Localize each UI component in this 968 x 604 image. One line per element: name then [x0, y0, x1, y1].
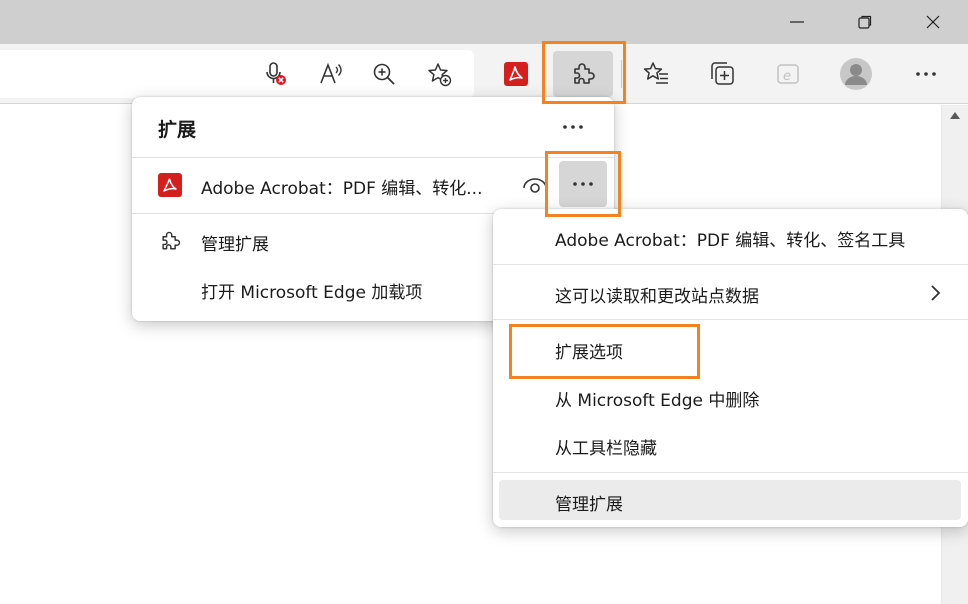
add-favorite-button[interactable] — [421, 56, 457, 92]
ie-mode-icon: e — [777, 64, 799, 84]
extensions-puzzle-icon — [162, 231, 181, 250]
acrobat-icon — [504, 62, 528, 86]
restore-icon — [858, 15, 872, 29]
acrobat-toolbar-button[interactable] — [498, 56, 534, 92]
menu-item-extension-options[interactable]: 扩展选项 — [493, 327, 968, 371]
address-bar[interactable] — [0, 50, 474, 98]
extensions-puzzle-icon — [574, 63, 595, 84]
ie-mode-button[interactable]: e — [770, 56, 806, 92]
collections-button[interactable] — [704, 56, 740, 92]
profile-button[interactable] — [838, 56, 874, 92]
menu-item-label: 这可以读取和更改站点数据 — [555, 287, 759, 307]
profile-icon — [840, 58, 872, 90]
read-aloud-button[interactable] — [313, 56, 349, 92]
open-addons-label: 打开 Microsoft Edge 加载项 — [201, 283, 423, 303]
chevron-right-icon — [931, 285, 941, 301]
menu-item-label: 管理扩展 — [555, 495, 623, 515]
menu-divider — [493, 264, 968, 265]
zoom-in-icon — [373, 63, 395, 85]
menu-item-manage-extensions[interactable]: 管理扩展 — [493, 479, 968, 523]
more-icon — [563, 125, 583, 129]
close-button[interactable] — [910, 0, 956, 44]
minimize-button[interactable] — [774, 0, 820, 44]
extension-context-menu: Adobe Acrobat：PDF 编辑、转化、签名工具 这可以读取和更改站点数… — [493, 209, 968, 527]
more-button[interactable] — [908, 56, 944, 92]
browser-toolbar: e — [0, 44, 968, 104]
close-icon — [926, 15, 940, 29]
scroll-up-arrow[interactable] — [950, 112, 960, 119]
menu-item-extension-header[interactable]: Adobe Acrobat：PDF 编辑、转化、签名工具 — [493, 215, 968, 259]
toolbar-separator — [621, 60, 622, 88]
collections-icon — [711, 62, 734, 85]
mic-blocked-button[interactable] — [258, 56, 294, 92]
menu-item-hide-from-toolbar[interactable]: 从工具栏隐藏 — [493, 423, 968, 467]
eye-icon — [523, 178, 547, 193]
extensions-button[interactable] — [553, 51, 613, 97]
more-icon — [573, 182, 593, 186]
minimize-icon — [790, 21, 804, 23]
zoom-button[interactable] — [366, 56, 402, 92]
visibility-toggle[interactable] — [522, 174, 548, 196]
acrobat-icon — [158, 173, 182, 197]
menu-item-label: 从 Microsoft Edge 中删除 — [555, 391, 760, 411]
menu-divider — [493, 472, 968, 473]
extension-name: Adobe Acrobat：PDF 编辑、转化... — [201, 179, 483, 199]
extension-more-button[interactable] — [559, 161, 607, 207]
menu-item-remove[interactable]: 从 Microsoft Edge 中删除 — [493, 375, 968, 419]
menu-item-site-permissions[interactable]: 这可以读取和更改站点数据 — [493, 271, 968, 315]
add-favorite-icon — [428, 63, 452, 87]
read-aloud-icon — [320, 62, 342, 84]
menu-item-label: 扩展选项 — [555, 343, 623, 363]
favorites-button[interactable] — [638, 56, 674, 92]
extension-row-acrobat[interactable]: Adobe Acrobat：PDF 编辑、转化... — [132, 158, 614, 212]
more-icon — [916, 72, 936, 76]
menu-item-label: 从工具栏隐藏 — [555, 439, 657, 459]
restore-button[interactable] — [842, 0, 888, 44]
manage-extensions-label: 管理扩展 — [201, 235, 269, 255]
svg-text:e: e — [783, 69, 791, 84]
panel-title: 扩展 — [158, 119, 197, 141]
menu-item-label: Adobe Acrobat：PDF 编辑、转化、签名工具 — [555, 231, 906, 251]
favorites-icon — [643, 62, 668, 84]
mic-blocked-icon — [266, 62, 286, 85]
panel-more-button[interactable] — [557, 113, 589, 141]
menu-divider — [493, 319, 968, 320]
title-bar — [0, 0, 968, 44]
